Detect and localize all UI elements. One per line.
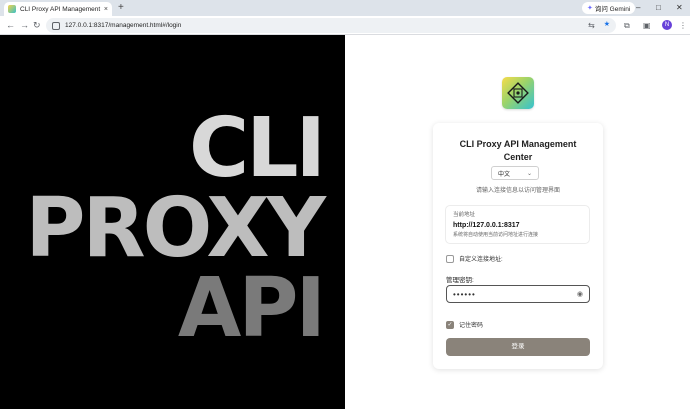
menu-icon[interactable]: ⋮ <box>679 20 687 31</box>
star-icon[interactable]: ★ <box>604 20 610 28</box>
current-address-box: 当前地址 http://127.0.0.1:8317 系统将自动使用当前访问地址… <box>445 205 590 244</box>
browser-tab[interactable]: CLI Proxy API Management C × <box>4 2 112 16</box>
custom-address-label: 自定义连接地址: <box>459 257 503 263</box>
custom-address-checkbox[interactable] <box>446 254 454 263</box>
forward-icon[interactable]: → <box>20 19 29 32</box>
gemini-icon: ✦ <box>587 5 593 12</box>
address-bar[interactable]: 127.0.0.1:8317/management.html#/login ★ <box>46 18 616 33</box>
login-subtitle: 请输入连接信息以访问管理界面 <box>475 188 560 194</box>
extensions-icon[interactable]: ⧉ <box>624 20 630 31</box>
logo-icon <box>507 82 529 104</box>
hero-text-proxy: PROXY <box>25 181 326 276</box>
translate-icon[interactable]: ⇆ <box>588 20 595 31</box>
reload-icon[interactable]: ↻ <box>33 19 41 32</box>
hero-panel: CLI PROXY API <box>0 35 345 409</box>
back-icon[interactable]: ← <box>6 19 15 32</box>
hero-text-cli: CLI <box>189 101 326 196</box>
login-area: CLI Proxy API Management Center 中文 ⌄ 请输入… <box>345 35 690 409</box>
gemini-label: 询问 Gemini <box>594 6 631 13</box>
tab-title: CLI Proxy API Management C <box>20 5 102 13</box>
favicon-icon <box>8 5 16 13</box>
remember-password-label: 记住密码 <box>459 323 484 329</box>
login-button[interactable]: 登录 <box>446 338 590 356</box>
window-close-icon[interactable]: ✕ <box>676 2 683 14</box>
current-address-hint: 系统将自动使用当前访问地址进行连接 <box>453 232 539 238</box>
site-info-icon[interactable] <box>52 21 60 30</box>
profile-avatar[interactable]: N <box>662 20 672 30</box>
ask-gemini-button[interactable]: ✦ 询问 Gemini <box>582 2 636 14</box>
remember-password-toggle[interactable]: ✓ 记住密码 <box>446 320 483 329</box>
login-card: CLI Proxy API Management Center 中文 ⌄ 请输入… <box>433 123 603 369</box>
language-value: 中文 <box>498 171 511 178</box>
current-address-value: http://127.0.0.1:8317 <box>453 222 520 229</box>
check-icon[interactable]: ✓ <box>446 320 454 329</box>
password-input[interactable]: •••••• ◉ <box>446 285 590 303</box>
hero-text-api: API <box>177 261 326 356</box>
eye-icon[interactable]: ◉ <box>577 290 583 298</box>
app-logo <box>502 77 534 109</box>
custom-address-toggle[interactable]: 自定义连接地址: <box>446 254 503 263</box>
language-select[interactable]: 中文 ⌄ <box>491 166 539 180</box>
browser-toolbar: ← → ↻ 127.0.0.1:8317/management.html#/lo… <box>0 16 690 35</box>
minimize-icon[interactable]: – <box>636 2 640 14</box>
login-title: CLI Proxy API Management Center <box>459 139 577 162</box>
close-icon[interactable]: × <box>104 6 108 13</box>
url-text: 127.0.0.1:8317/management.html#/login <box>65 22 182 29</box>
browser-tab-strip: CLI Proxy API Management C × + ✦ 询问 Gemi… <box>0 0 690 16</box>
sidebar-icon[interactable]: ▣ <box>643 20 651 31</box>
password-value: •••••• <box>453 289 476 299</box>
current-address-label: 当前地址 <box>453 212 476 218</box>
chevron-down-icon: ⌄ <box>526 170 532 177</box>
password-label: 管理密钥: <box>446 277 474 284</box>
new-tab-button[interactable]: + <box>118 2 124 14</box>
maximize-icon[interactable]: □ <box>656 2 661 14</box>
